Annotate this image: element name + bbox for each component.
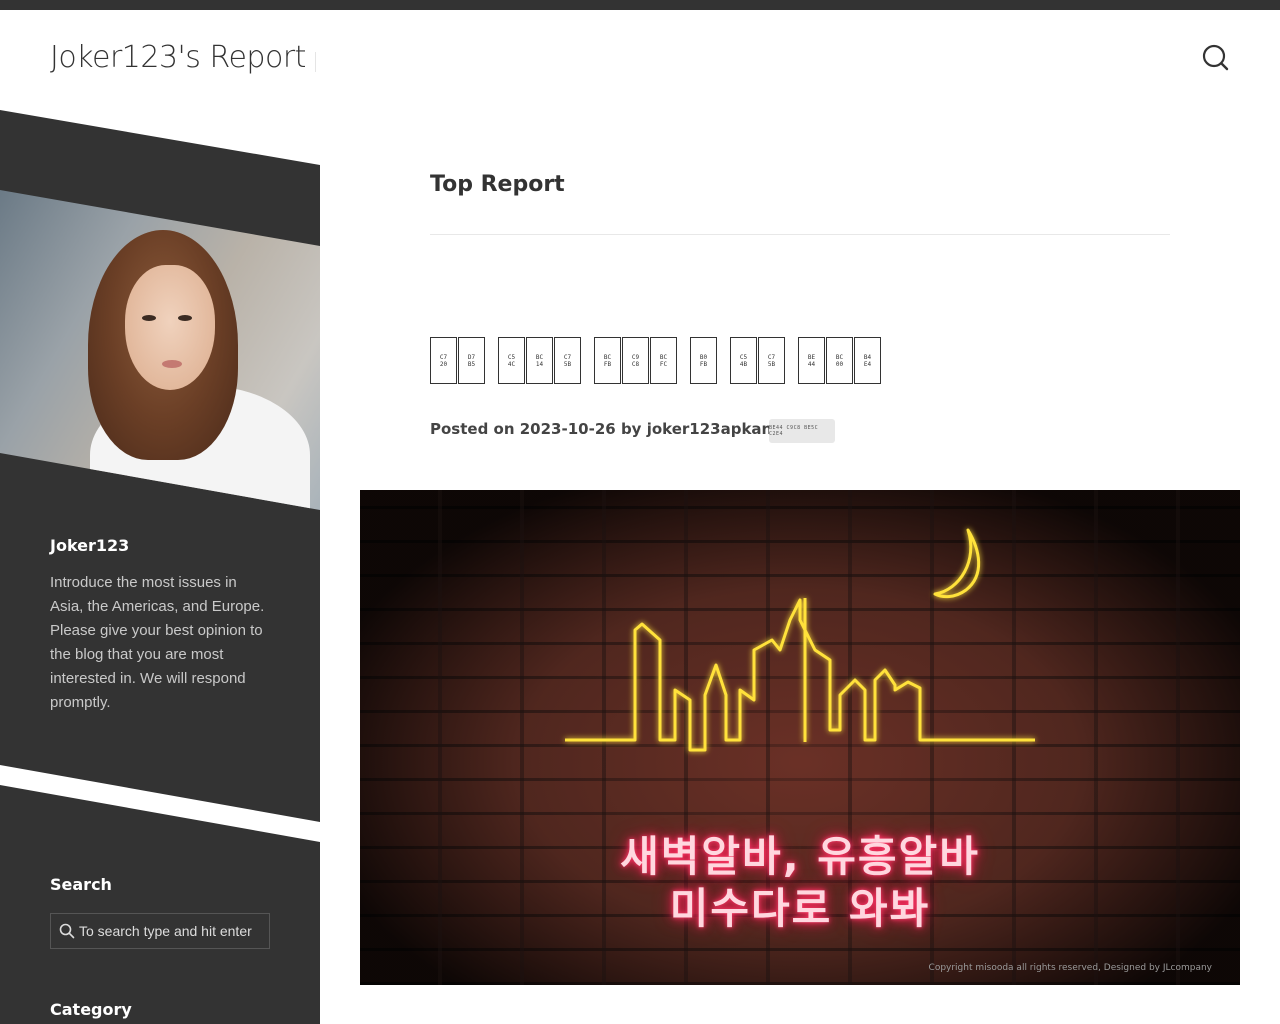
- site-header: Joker123's Report: [0, 10, 1280, 110]
- title-divider: [315, 52, 316, 72]
- posted-prefix: Posted on: [430, 420, 515, 438]
- glyph-word: BE 44 BC 00 B4 E4: [798, 337, 882, 384]
- search-field[interactable]: [50, 913, 270, 949]
- missing-glyph-box: BC 14: [526, 337, 553, 384]
- site-title[interactable]: Joker123's Report: [50, 40, 306, 75]
- image-copyright: Copyright misooda all rights reserved, D…: [928, 963, 1212, 973]
- page-title: Top Report: [430, 172, 565, 197]
- missing-glyph-box: BE 44: [798, 337, 825, 384]
- search-input[interactable]: [79, 923, 269, 939]
- glyph-word: C5 4C BC 14 C7 5B: [498, 337, 582, 384]
- glyph-word: C5 4B C7 5B: [730, 337, 786, 384]
- sidebar: Joker123 Introduce the most issues in As…: [0, 110, 320, 1024]
- title-divider-line: [430, 234, 1170, 235]
- glyph-word: C7 20 D7 B5: [430, 337, 486, 384]
- missing-glyph-box: BC 00: [826, 337, 853, 384]
- missing-glyph-box: BC FB: [594, 337, 621, 384]
- missing-glyph-box: C5 4B: [730, 337, 757, 384]
- post-meta: Posted on 2023-10-26 by joker123apkandro…: [430, 420, 817, 438]
- post-date-link[interactable]: 2023-10-26: [520, 420, 616, 438]
- missing-glyph-box: C7 5B: [758, 337, 785, 384]
- post-title-glyphs[interactable]: C7 20 D7 B5 C5 4C BC 14 C7 5B BC FB C9 C8 BC FC…: [430, 337, 894, 384]
- top-bar: [0, 0, 1280, 10]
- glyph-word: BC FB C9 C8 BC FC: [594, 337, 678, 384]
- search-icon: [59, 923, 75, 939]
- missing-glyph-box: BC FC: [650, 337, 677, 384]
- category-widget-title: Category: [50, 1000, 132, 1019]
- missing-glyph-box: D7 B5: [458, 337, 485, 384]
- missing-glyph-box: B0 FB: [690, 337, 717, 384]
- author-name: Joker123: [50, 536, 130, 555]
- hero-text-line-2: 미수다로 와봐: [669, 884, 931, 933]
- search-icon[interactable]: [1198, 40, 1234, 76]
- author-bio: Introduce the most issues in Asia, the A…: [50, 574, 265, 711]
- missing-glyph-box: C5 4C: [498, 337, 525, 384]
- missing-glyph-box: C7 5B: [554, 337, 581, 384]
- missing-glyph-box: C7 20: [430, 337, 457, 384]
- missing-glyph-box: C9 C8: [622, 337, 649, 384]
- posted-by: by: [620, 420, 642, 438]
- featured-image: 새벽알바, 유흥알바 미수다로 와봐 Copyright misooda all…: [360, 490, 1240, 985]
- category-tag[interactable]: BE44 C9C8 BE5C C2E4: [769, 419, 835, 443]
- missing-glyph-box: B4 E4: [854, 337, 881, 384]
- glyph-word: B0 FB: [690, 337, 718, 384]
- search-widget-title: Search: [50, 875, 112, 894]
